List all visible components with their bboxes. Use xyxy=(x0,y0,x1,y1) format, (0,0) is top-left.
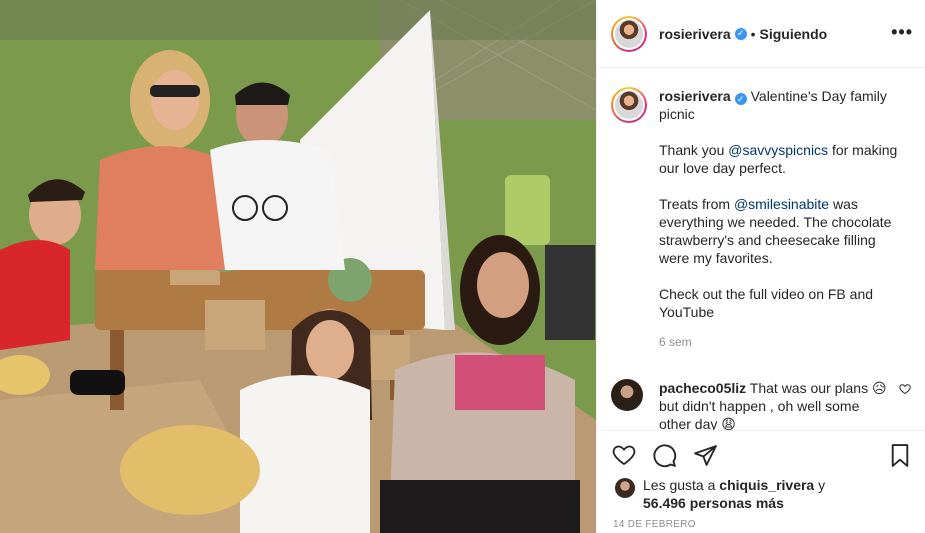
post-sidebar: rosierivera ✓ • Siguiendo ••• rosieriver… xyxy=(596,0,925,533)
comments-area[interactable]: rosierivera ✓ Valentine's Day family picni… xyxy=(597,69,925,430)
likes-count-link[interactable]: 56.496 personas más xyxy=(643,495,784,511)
caption-timestamp[interactable]: 6 sem xyxy=(659,333,909,351)
comment-like-heart-icon[interactable] xyxy=(899,383,911,398)
heart-icon[interactable] xyxy=(611,443,637,467)
verified-badge-icon: ✓ xyxy=(734,93,747,105)
caption-text: Thank you xyxy=(659,142,729,158)
post-header: rosierivera ✓ • Siguiendo ••• xyxy=(597,0,925,68)
emoji: 😩 xyxy=(721,416,736,430)
comment-item: pacheco05liz That was our plans 😥 but did… xyxy=(611,379,911,430)
caption-text: Check out the full video on FB and YouTu… xyxy=(659,286,874,320)
caption: rosierivera ✓ Valentine's Day family picni… xyxy=(611,87,911,351)
liker-username[interactable]: chiquis_rivera xyxy=(719,477,814,493)
commenter-username[interactable]: pacheco05liz xyxy=(659,380,746,396)
comment-text: That was our plans xyxy=(746,380,872,396)
commenter-avatar[interactable] xyxy=(611,379,643,411)
author-avatar[interactable] xyxy=(611,15,647,52)
liker-avatar[interactable] xyxy=(615,478,635,498)
caption-text: Treats from xyxy=(659,196,734,212)
caption-avatar[interactable] xyxy=(611,87,647,123)
more-options-icon[interactable]: ••• xyxy=(891,22,913,43)
likes-connector: y xyxy=(814,477,826,493)
author-username[interactable]: rosierivera xyxy=(659,26,731,42)
mention-link[interactable]: @savvyspicnics xyxy=(728,142,828,158)
separator-dot: • xyxy=(750,25,756,42)
verified-badge-icon: ✓ xyxy=(734,27,747,40)
caption-username[interactable]: rosierivera xyxy=(659,88,731,104)
bookmark-icon[interactable] xyxy=(889,443,911,468)
comment-icon[interactable] xyxy=(652,443,677,468)
action-bar xyxy=(597,430,925,476)
mention-link[interactable]: @smilesinabite xyxy=(734,196,829,212)
emoji: 😥 xyxy=(871,380,887,396)
post-date[interactable]: 14 DE FEBRERO xyxy=(613,519,696,530)
following-button[interactable]: Siguiendo xyxy=(760,26,828,42)
send-icon[interactable] xyxy=(693,443,718,468)
likes-prefix: Les gusta a xyxy=(643,477,720,493)
photo-illustration xyxy=(0,0,596,533)
post-photo[interactable] xyxy=(0,0,596,533)
comment-text: but didn't happen , oh well some other d… xyxy=(659,398,860,430)
likes-summary: Les gusta a chiquis_rivera y 56.496 pers… xyxy=(615,476,915,512)
